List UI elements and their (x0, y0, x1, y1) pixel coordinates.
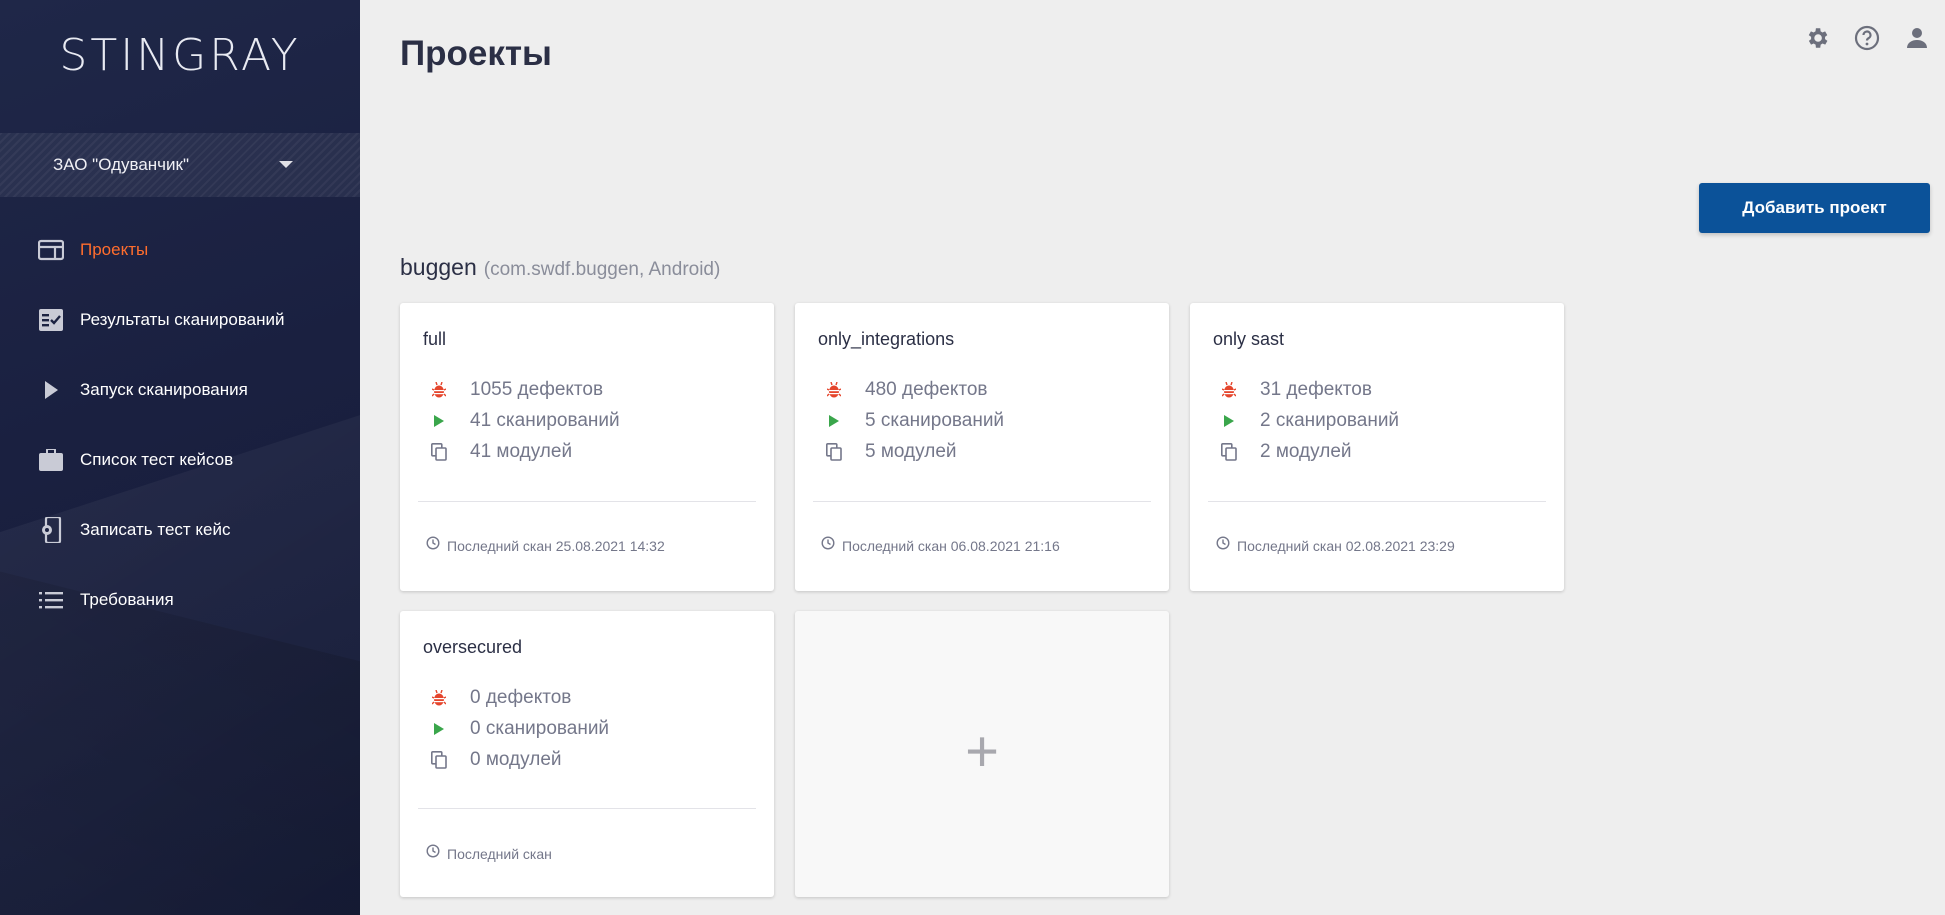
app-logo: STINGRAY (59, 30, 301, 81)
last-scan-text: Последний скан (447, 845, 552, 862)
card-divider (418, 501, 756, 502)
card-divider (1208, 501, 1546, 502)
scans-count: 2 сканирований (1260, 410, 1400, 431)
play-icon (825, 412, 843, 430)
sidebar-item-label: Требования (80, 590, 174, 609)
sidebar: STINGRAY ЗАО "Одуванчик" Проекты Результ… (0, 0, 360, 915)
scans-stat: 41 сканирований (430, 408, 620, 434)
modules-count: 5 модулей (865, 441, 957, 462)
config-title: only_integrations (818, 329, 955, 349)
modules-stat: 2 модулей (1220, 439, 1352, 465)
main-content: Проекты Добавить проект buggen (com.swdf… (360, 0, 1945, 915)
bug-icon (430, 381, 448, 399)
modules-stat: 5 модулей (825, 439, 957, 465)
scans-stat: 5 сканирований (825, 408, 1004, 434)
last-scan-text: Последний скан 25.08.2021 14:32 (447, 537, 665, 554)
config-card[interactable]: only_integrations 480 дефектов 5 сканиро… (795, 303, 1169, 591)
sidebar-item-test-cases[interactable]: Список тест кейсов (0, 425, 360, 495)
plus-icon: + (965, 718, 999, 784)
play-icon (1220, 412, 1238, 430)
sidebar-item-label: Результаты сканирований (80, 310, 285, 329)
briefcase-icon (37, 446, 65, 474)
card-divider (813, 501, 1151, 502)
bug-icon (430, 689, 448, 707)
clock-icon (426, 536, 440, 555)
top-toolbar (1803, 24, 1931, 52)
sidebar-item-scan-results[interactable]: Результаты сканирований (0, 285, 360, 355)
defects-stat: 31 дефектов (1220, 377, 1372, 403)
projects-icon (37, 236, 65, 264)
config-title: oversecured (423, 637, 523, 657)
config-card[interactable]: full 1055 дефектов 41 сканирований 41 мо… (400, 303, 774, 591)
scans-stat: 0 сканирований (430, 716, 609, 742)
list-icon (37, 586, 65, 614)
organization-select[interactable]: ЗАО "Одуванчик" (0, 133, 360, 197)
copy-icon (825, 443, 843, 461)
add-config-card[interactable]: + (795, 611, 1169, 897)
config-title: only sast (1213, 329, 1285, 349)
project-name[interactable]: buggen (400, 254, 477, 281)
project-header: buggen (com.swdf.buggen, Android) (400, 254, 720, 281)
modules-stat: 41 модулей (430, 439, 572, 465)
bug-icon (825, 381, 843, 399)
defects-count: 480 дефектов (865, 379, 988, 400)
defects-count: 0 дефектов (470, 687, 572, 708)
sidebar-item-requirements[interactable]: Требования (0, 565, 360, 635)
last-scan-text: Последний скан 06.08.2021 21:16 (842, 537, 1060, 554)
last-scan-text: Последний скан 02.08.2021 23:29 (1237, 537, 1455, 554)
sidebar-item-projects[interactable]: Проекты (0, 215, 360, 285)
config-card[interactable]: only sast 31 дефектов 2 сканирований 2 м… (1190, 303, 1564, 591)
defects-stat: 0 дефектов (430, 685, 571, 711)
sidebar-item-start-scan[interactable]: Запуск сканирования (0, 355, 360, 425)
clock-icon (1216, 536, 1230, 555)
scans-count: 0 сканирований (470, 718, 610, 739)
scans-count: 5 сканирований (865, 410, 1005, 431)
defects-count: 31 дефектов (1260, 379, 1372, 400)
sidebar-nav: Проекты Результаты сканирований Запуск с… (0, 215, 360, 635)
play-icon (430, 412, 448, 430)
modules-stat: 0 модулей (430, 747, 562, 773)
defects-stat: 480 дефектов (825, 377, 988, 403)
copy-icon (1220, 443, 1238, 461)
copy-icon (430, 751, 448, 769)
last-scan: Последний скан 02.08.2021 23:29 (1216, 536, 1455, 555)
organization-name: ЗАО "Одуванчик" (53, 155, 189, 174)
sidebar-item-label: Список тест кейсов (80, 450, 234, 469)
help-icon[interactable] (1853, 24, 1881, 52)
sidebar-item-label: Проекты (80, 240, 149, 259)
last-scan: Последний скан 25.08.2021 14:32 (426, 536, 665, 555)
chevron-down-icon (279, 161, 293, 168)
modules-count: 2 модулей (1260, 441, 1352, 462)
sidebar-item-label: Записать тест кейс (80, 520, 231, 539)
scans-count: 41 сканирований (470, 410, 620, 431)
defects-count: 1055 дефектов (470, 379, 604, 400)
modules-count: 0 модулей (470, 749, 562, 770)
play-icon (430, 720, 448, 738)
clock-icon (821, 536, 835, 555)
phone-gear-icon (37, 516, 65, 544)
card-divider (418, 808, 756, 809)
scan-results-icon (37, 306, 65, 334)
config-card[interactable]: oversecured 0 дефектов 0 сканирований 0 … (400, 611, 774, 897)
defects-stat: 1055 дефектов (430, 377, 603, 403)
last-scan: Последний скан (426, 844, 552, 863)
sidebar-item-label: Запуск сканирования (80, 380, 248, 399)
settings-icon[interactable] (1803, 24, 1831, 52)
copy-icon (430, 443, 448, 461)
clock-icon (426, 844, 440, 863)
play-icon (37, 376, 65, 404)
page-title: Проекты (400, 34, 552, 73)
sidebar-item-record-test-case[interactable]: Записать тест кейс (0, 495, 360, 565)
project-meta: (com.swdf.buggen, Android) (483, 259, 721, 280)
config-title: full (423, 329, 447, 349)
modules-count: 41 модулей (470, 441, 573, 462)
last-scan: Последний скан 06.08.2021 21:16 (821, 536, 1060, 555)
add-project-button[interactable]: Добавить проект (1699, 183, 1930, 233)
scans-stat: 2 сканирований (1220, 408, 1399, 434)
account-icon[interactable] (1903, 24, 1931, 52)
bug-icon (1220, 381, 1238, 399)
